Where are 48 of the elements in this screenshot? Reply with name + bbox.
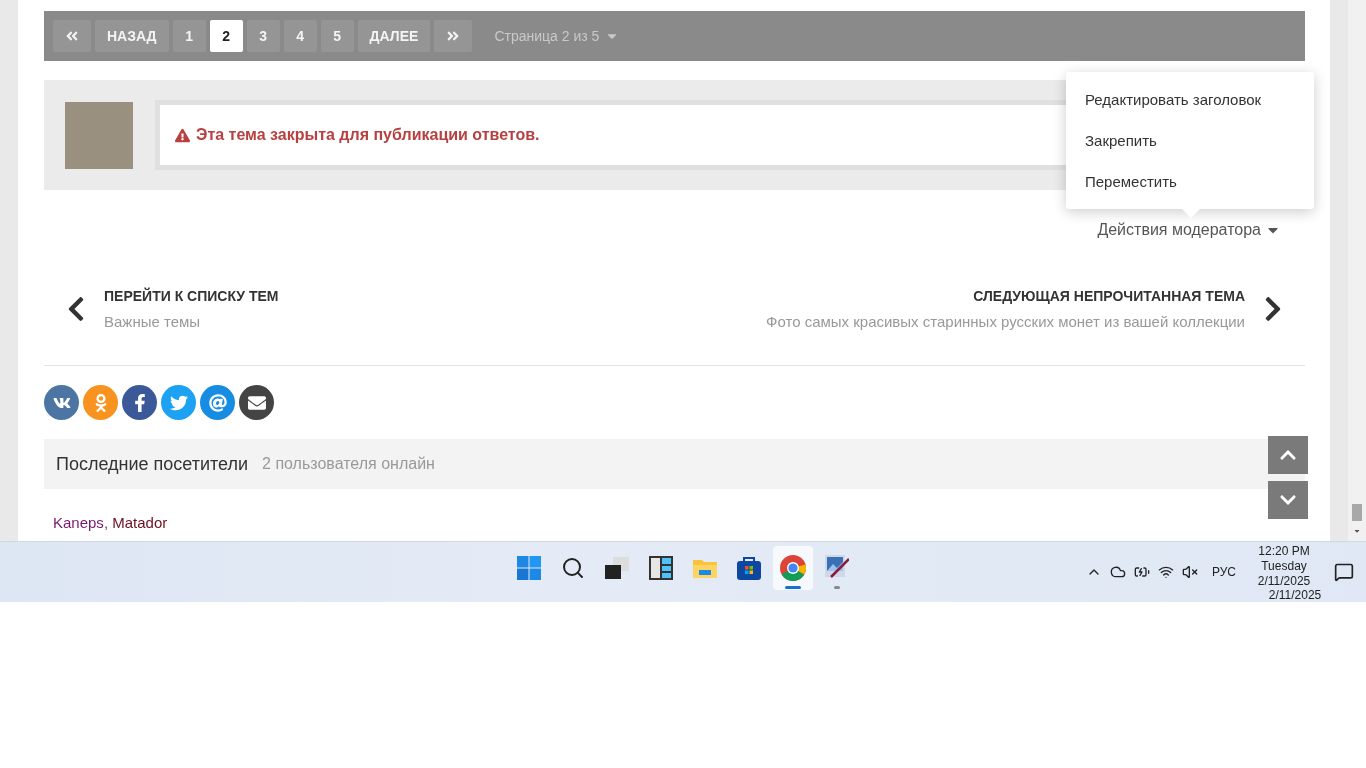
- recent-visitors-title: Последние посетители: [56, 453, 249, 475]
- scroll-up-button[interactable]: [1268, 436, 1308, 474]
- task-view-icon: [605, 557, 629, 579]
- chrome-icon: [780, 555, 806, 581]
- warning-icon: [175, 127, 190, 143]
- scroll-down-arrow-icon[interactable]: [1353, 527, 1361, 535]
- share-button[interactable]: [239, 385, 274, 420]
- avatar-photo-placeholder: [65, 101, 133, 169]
- cloud-icon[interactable]: [1110, 564, 1126, 580]
- double-chevron-right-icon: [446, 29, 461, 43]
- last-page-button[interactable]: [434, 20, 473, 52]
- scrollbar[interactable]: [1348, 0, 1366, 541]
- topic-list-link[interactable]: ПЕРЕЙТИ К СПИСКУ ТЕМ: [104, 288, 279, 304]
- notification-icon[interactable]: [1334, 562, 1355, 582]
- topic-list-title: Важные темы: [104, 313, 201, 330]
- clock-date[interactable]: 2/11/2025: [1257, 573, 1311, 589]
- moderator-actions-button[interactable]: Действия модератора: [1097, 221, 1281, 239]
- at-sign-icon: [208, 393, 227, 412]
- windows-logo-icon: [517, 556, 541, 580]
- input-language[interactable]: РУС: [1212, 565, 1237, 579]
- next-topic-title: Фото самых красивых старинных русских монет из вашей коллекции: [766, 313, 1245, 330]
- menu-item[interactable]: Переместить: [1066, 161, 1314, 202]
- volume-muted-icon[interactable]: [1182, 564, 1198, 580]
- double-chevron-left-icon: [65, 29, 79, 43]
- user-link[interactable]: Kaneps: [53, 514, 104, 531]
- clock-date: 2/11/2025: [1268, 588, 1322, 601]
- store-bag-icon: [737, 556, 761, 580]
- page-button[interactable]: 2: [209, 20, 243, 52]
- wifi-icon[interactable]: [1158, 564, 1174, 580]
- menu-item[interactable]: Редактировать заголовок: [1066, 79, 1314, 120]
- folder-icon: [693, 558, 717, 578]
- next-unread-topic-link[interactable]: СЛЕДУЮЩАЯ НЕПРОЧИТАННАЯ ТЕМА: [973, 288, 1245, 304]
- closed-topic-message: Эта тема закрыта для публикации ответов.: [196, 126, 540, 144]
- scroll-down-button[interactable]: [1268, 481, 1308, 519]
- online-count: 2 пользователя онлайн: [262, 455, 435, 473]
- clock-day[interactable]: Tuesday: [1261, 558, 1307, 574]
- envelope-icon: [247, 393, 266, 412]
- battery-icon[interactable]: [1134, 564, 1150, 580]
- clock-time[interactable]: 12:20 PM: [1258, 543, 1310, 559]
- share-button[interactable]: [122, 385, 157, 420]
- share-button[interactable]: [44, 385, 79, 420]
- menu-item[interactable]: Закрепить: [1066, 120, 1314, 161]
- widgets-icon: [649, 556, 673, 580]
- scrollbar-thumb[interactable]: [1352, 504, 1362, 521]
- user-link[interactable]: Matador: [112, 514, 168, 531]
- twitter-bird-icon: [169, 393, 188, 412]
- search-icon: [561, 556, 585, 580]
- separator-comma: ,: [103, 514, 110, 531]
